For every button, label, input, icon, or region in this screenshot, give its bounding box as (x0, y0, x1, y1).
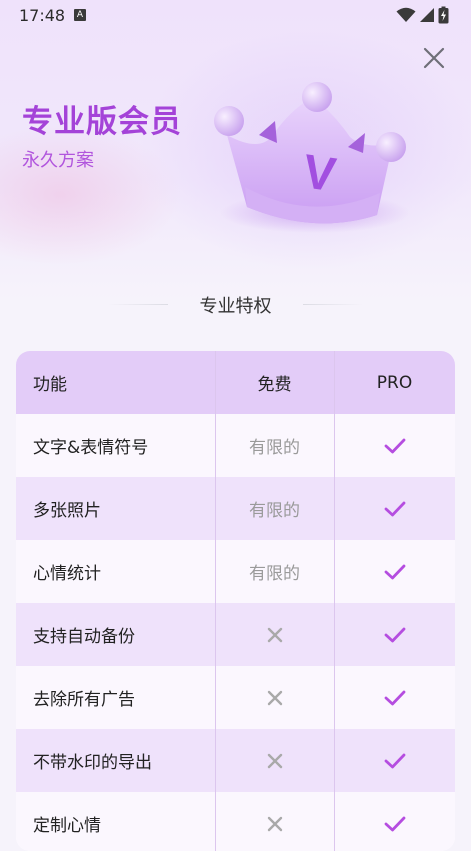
cross-icon (267, 690, 282, 705)
free-status: 有限的 (249, 438, 300, 458)
table-row: 去除所有广告 (16, 666, 455, 729)
table-row: 多张照片 有限的 (16, 477, 455, 540)
section-title: 专业特权 (199, 296, 272, 317)
table-header-row: 功能 免费 PRO (16, 351, 455, 414)
status-bar: 17:48 A (0, 0, 471, 30)
table-row: 支持自动备份 (16, 603, 455, 666)
feature-name: 去除所有广告 (33, 690, 135, 710)
page-title: 专业版会员 (22, 104, 182, 140)
section-divider-right (303, 304, 363, 305)
check-icon (384, 690, 405, 705)
battery-icon (438, 6, 449, 24)
table-row: 定制心情 (16, 792, 455, 851)
feature-comparison-table: 功能 免费 PRO 文字&表情符号 有限的 多张照片 有限的 心情统计 有限的 支持自动备份… (16, 351, 455, 851)
check-icon (384, 564, 405, 579)
feature-name: 心情统计 (33, 564, 101, 584)
wifi-icon (396, 7, 416, 22)
pro-status (334, 792, 455, 851)
check-icon (384, 438, 405, 453)
free-status: 有限的 (249, 501, 300, 521)
page-subtitle: 永久方案 (22, 150, 94, 171)
table-row: 文字&表情符号 有限的 (16, 414, 455, 477)
free-status (215, 603, 334, 666)
pro-status (334, 729, 455, 792)
pro-status (334, 603, 455, 666)
free-status (215, 792, 334, 851)
free-status (215, 729, 334, 792)
crown-icon: V (214, 82, 410, 233)
header-free: 免费 (257, 375, 292, 395)
feature-name: 多张照片 (33, 501, 101, 521)
pro-status (334, 666, 455, 729)
status-icons (396, 6, 449, 24)
cell-signal-icon (420, 8, 434, 22)
cross-icon (267, 753, 282, 768)
header-pro: PRO (376, 372, 413, 393)
free-status (215, 666, 334, 729)
close-icon (423, 47, 445, 69)
notification-a-icon: A (74, 9, 86, 21)
cross-icon (267, 816, 282, 831)
feature-name: 不带水印的导出 (33, 753, 152, 773)
table-row: 不带水印的导出 (16, 729, 455, 792)
column-divider (334, 351, 335, 851)
pro-status (334, 540, 455, 603)
table-row: 心情统计 有限的 (16, 540, 455, 603)
cross-icon (267, 627, 282, 642)
column-divider (215, 351, 216, 851)
status-time: 17:48 (19, 6, 66, 25)
close-button[interactable] (420, 44, 448, 72)
check-icon (384, 816, 405, 831)
check-icon (384, 627, 405, 642)
feature-name: 定制心情 (33, 816, 101, 836)
pro-status (334, 414, 455, 477)
free-status: 有限的 (249, 564, 300, 584)
feature-name: 文字&表情符号 (33, 438, 149, 458)
check-icon (384, 501, 405, 516)
pro-status (334, 477, 455, 540)
feature-name: 支持自动备份 (33, 627, 135, 647)
header-feature: 功能 (33, 375, 67, 395)
check-icon (384, 753, 405, 768)
